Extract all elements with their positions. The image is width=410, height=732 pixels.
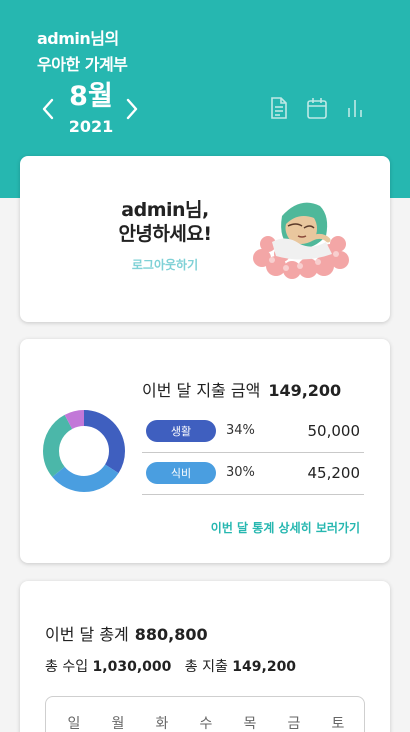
income-label: 총 수입 [45,659,89,675]
monthly-total: 이번 달 총계 880,800 [45,621,208,645]
category-badge: 식비 [146,462,216,484]
app-title: admin님의 우아한 가계부 [37,26,128,78]
document-icon [271,97,287,119]
stats-detail-link[interactable]: 이번 달 통계 상세히 보러가기 [211,519,360,536]
category-amount: 45,200 [307,464,361,482]
spending-total: 149,200 [268,381,342,400]
current-year: 2021 [68,117,114,136]
current-month: 8월 [69,81,113,112]
calendar-icon [307,98,327,119]
greeting-line1: admin님, [121,199,209,221]
monthly-totals-card: 이번 달 총계 880,800 총 수입 1,030,000 총 지출 149,2… [20,581,390,732]
spending-title: 이번 달 지출 금액 [142,381,261,400]
app-title-line1: admin님의 [37,29,119,48]
greeting-message: admin님, 안녕하세요! [80,198,250,246]
weekday-label: 일 [67,716,81,732]
prev-month-button[interactable] [38,95,58,123]
spending-header: 이번 달 지출 금액 149,200 [142,377,341,401]
month-navigator: 8월 2021 [38,80,148,140]
calendar-view-button[interactable] [306,96,328,120]
chart-view-button[interactable] [344,96,366,120]
expense-label: 총 지출 [184,659,228,675]
weekday-label: 목 [243,716,257,732]
weekday-label: 수 [199,716,213,732]
mascot-illustration [253,202,349,279]
next-month-button[interactable] [122,95,142,123]
income-amount: 1,030,000 [92,659,172,675]
category-percent: 30% [226,465,255,480]
expense-amount: 149,200 [232,659,297,675]
weekday-label: 토 [331,716,345,732]
total-amount: 880,800 [134,625,208,644]
weekday-label: 월 [111,716,125,732]
category-percent: 34% [226,423,255,438]
weekday-label: 화 [155,716,169,732]
app-title-line2: 우아한 가계부 [37,55,128,74]
chart-icon [348,100,362,117]
calendar: 일 월 화 수 목 금 토 [45,696,365,732]
chevron-left-icon [42,98,54,120]
list-view-button[interactable] [268,96,290,120]
category-amount: 50,000 [307,422,361,440]
category-row[interactable]: 생활 34% 50,000 [142,411,364,453]
monthly-spending-card: 이번 달 지출 금액 149,200 생활 34% 50,000 식비 30% 4… [20,339,390,563]
total-label: 이번 달 총계 [45,625,129,644]
category-badge: 생활 [146,420,216,442]
weekday-header: 일 월 화 수 목 금 토 [46,713,366,732]
view-switcher [268,96,366,120]
chevron-right-icon [126,98,138,120]
greeting-card: admin님, 안녕하세요! 로그아웃하기 [20,156,390,322]
spending-donut-chart [43,410,125,492]
weekday-label: 금 [287,716,301,732]
category-row[interactable]: 식비 30% 45,200 [142,453,364,495]
greeting-line2: 안녕하세요! [118,223,212,245]
logout-link[interactable]: 로그아웃하기 [80,256,250,273]
income-expense-summary: 총 수입 1,030,000 총 지출 149,200 [45,656,296,676]
